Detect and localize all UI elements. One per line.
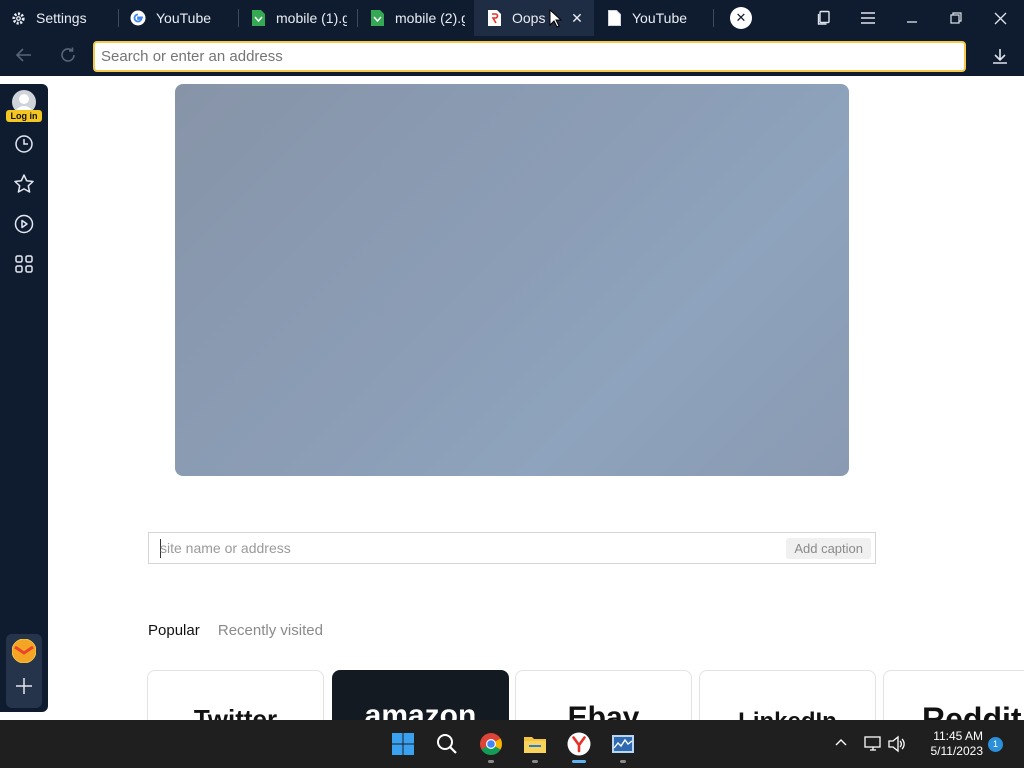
chevron-up-icon[interactable] (832, 734, 852, 754)
tab-separator (118, 9, 119, 27)
active-app-indicator (572, 760, 586, 763)
sidebar: Log in (0, 84, 48, 712)
site-tile-amazon[interactable]: amazon (332, 670, 509, 720)
menu-icon[interactable] (846, 0, 890, 36)
restore-icon[interactable] (934, 0, 978, 36)
tile-label: Reddit (922, 701, 1022, 720)
sidebar-widgets (6, 634, 42, 708)
tile-label: Twitter (193, 704, 278, 720)
minimize-icon[interactable] (890, 0, 934, 36)
login-button[interactable]: Log in (6, 110, 42, 122)
task-manager-icon[interactable] (611, 732, 635, 756)
site-search-field[interactable]: site name or address Add caption (148, 532, 876, 564)
close-tabs-icon[interactable]: ✕ (730, 7, 752, 29)
tab-youtube-2[interactable]: YouTube (606, 0, 706, 36)
tab-label: mobile (1).gi (276, 10, 347, 26)
tab-settings[interactable]: Settings (10, 0, 110, 36)
running-indicator (620, 760, 626, 763)
site-tile-ebay[interactable]: Ebay (515, 670, 692, 720)
mail-app-icon[interactable] (11, 638, 37, 664)
background-image-preview (175, 84, 849, 476)
tab-collections-icon[interactable] (802, 0, 846, 36)
reload-icon[interactable] (58, 46, 78, 66)
windows-start-icon[interactable] (391, 732, 415, 756)
system-clock[interactable]: 11:45 AM 5/11/2023 (915, 729, 984, 759)
tile-label: amazon (364, 699, 477, 720)
notification-badge[interactable]: 1 (988, 737, 1003, 752)
tab-separator (357, 9, 358, 27)
tab-label: Oops (512, 10, 546, 26)
tab-close-icon[interactable]: ✕ (568, 9, 586, 27)
play-video-icon[interactable] (12, 212, 36, 236)
chrome-icon[interactable] (479, 732, 503, 756)
clock-time: 11:45 AM (933, 729, 983, 743)
site-tile-reddit[interactable]: Reddit (883, 670, 1024, 720)
tile-label: Ebay (567, 701, 640, 720)
network-icon[interactable] (863, 734, 883, 754)
bookmarks-star-icon[interactable] (12, 172, 36, 196)
history-clock-icon[interactable] (12, 132, 36, 156)
document-icon (606, 10, 622, 26)
site-filter-tabs: Popular Recently visited (148, 622, 337, 639)
tab-recently-visited[interactable]: Recently visited (218, 622, 323, 639)
yandex-browser-icon[interactable] (567, 732, 591, 756)
volume-icon[interactable] (887, 734, 907, 754)
search-icon[interactable] (435, 732, 459, 756)
tab-mobile-2[interactable]: mobile (2).gi (369, 0, 465, 36)
tab-youtube-1[interactable]: YouTube (130, 0, 230, 36)
gif-file-icon (250, 10, 266, 26)
close-icon[interactable] (978, 0, 1022, 36)
file-explorer-icon[interactable] (523, 732, 547, 756)
address-input[interactable] (93, 41, 966, 72)
tab-separator (713, 9, 714, 27)
tab-popular[interactable]: Popular (148, 622, 200, 639)
yandex-error-icon (486, 10, 502, 26)
running-indicator (488, 760, 494, 763)
tab-label: YouTube (632, 10, 688, 26)
tab-label: Settings (36, 10, 87, 26)
mouse-cursor-icon (549, 8, 563, 29)
tab-mobile-1[interactable]: mobile (1).gi (250, 0, 347, 36)
tab-label: mobile (2).gi (395, 10, 465, 26)
add-caption-button[interactable]: Add caption (786, 538, 871, 559)
back-arrow-icon[interactable] (14, 46, 34, 66)
apps-grid-icon[interactable] (12, 252, 36, 276)
download-icon[interactable] (990, 46, 1010, 66)
add-panel-plus-icon[interactable] (14, 676, 34, 696)
clock-date: 5/11/2023 (930, 744, 984, 758)
site-tile-twitter[interactable]: Twitter (147, 670, 324, 720)
site-search-placeholder: site name or address (160, 540, 291, 556)
gear-icon (10, 10, 26, 26)
running-indicator (532, 760, 538, 763)
tab-separator (238, 9, 239, 27)
site-tile-linkedin[interactable]: LinkedIn (699, 670, 876, 720)
gif-file-icon (369, 10, 385, 26)
google-icon (130, 10, 146, 26)
tile-label: LinkedIn (700, 708, 875, 720)
tab-label: YouTube (156, 10, 212, 26)
